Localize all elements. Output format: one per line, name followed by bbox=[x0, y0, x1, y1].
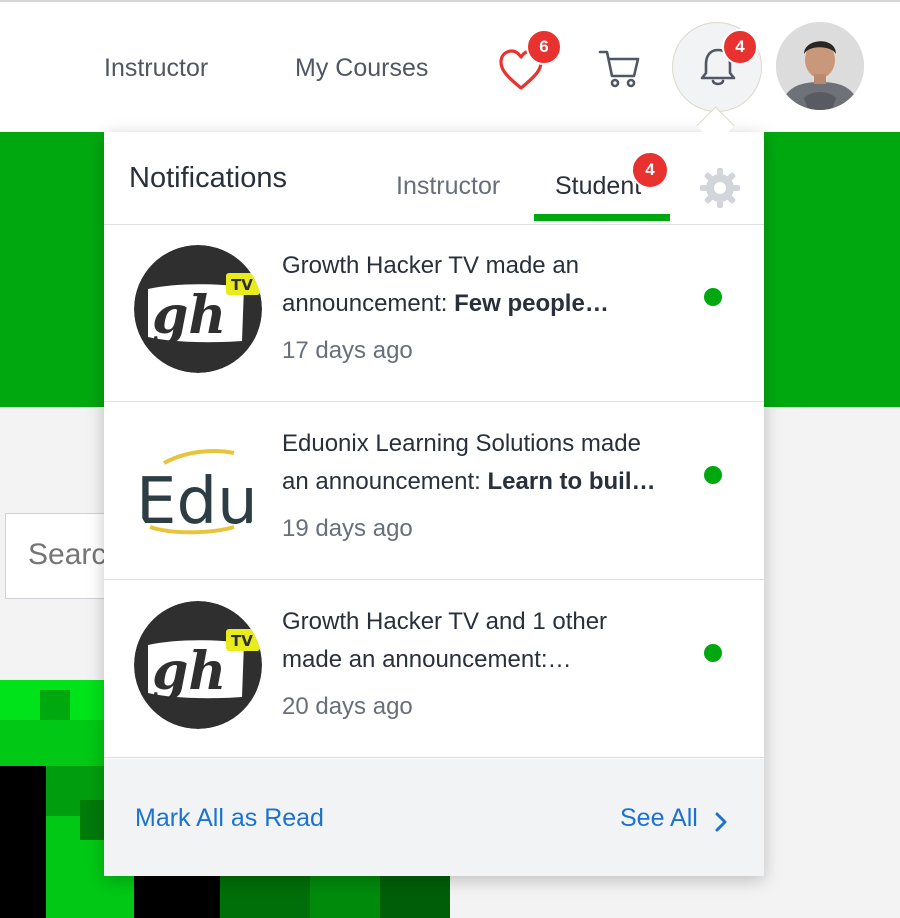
eduonix-logo-image: Edu bbox=[134, 423, 262, 551]
notification-text-line1: Growth Hacker TV and 1 other bbox=[282, 608, 608, 635]
svg-text:TV: TV bbox=[231, 276, 253, 294]
nav-my-courses-link[interactable]: My Courses bbox=[295, 54, 428, 83]
svg-text:gh: gh bbox=[152, 641, 226, 702]
notification-text: Growth Hacker TV and 1 other made an ann… bbox=[282, 603, 702, 679]
notification-text-line2: announcement: Few people… bbox=[282, 285, 702, 323]
notification-text-line1: Growth Hacker TV made an bbox=[282, 252, 580, 279]
gh-logo-image: gh TV bbox=[134, 245, 262, 373]
student-tab-badge: 4 bbox=[631, 151, 669, 189]
unread-indicator[interactable] bbox=[704, 466, 722, 484]
tab-student[interactable]: Student bbox=[555, 172, 641, 201]
unread-indicator[interactable] bbox=[704, 644, 722, 662]
unread-indicator[interactable] bbox=[704, 288, 722, 306]
user-avatar[interactable] bbox=[776, 22, 864, 110]
notification-text-line2: made an announcement:… bbox=[282, 641, 702, 679]
gh-logo-image: gh TV bbox=[134, 601, 262, 729]
notification-text: Growth Hacker TV made an announcement: F… bbox=[282, 247, 702, 323]
notification-time: 17 days ago bbox=[282, 337, 413, 364]
notification-text-prefix: announcement: bbox=[282, 290, 455, 317]
active-tab-indicator bbox=[534, 214, 670, 221]
notifications-dropdown: Notifications Instructor Student 4 gh TV bbox=[104, 132, 764, 876]
notification-time: 19 days ago bbox=[282, 515, 413, 542]
svg-text:TV: TV bbox=[231, 632, 253, 650]
notification-item[interactable]: gh TV Growth Hacker TV made an announcem… bbox=[104, 225, 764, 402]
dropdown-title: Notifications bbox=[129, 162, 287, 194]
gear-icon[interactable] bbox=[698, 166, 742, 210]
mark-all-read-link[interactable]: Mark All as Read bbox=[135, 804, 324, 833]
cart-icon bbox=[598, 50, 640, 88]
user-photo bbox=[776, 22, 864, 110]
notification-text-line1: Eduonix Learning Solutions made bbox=[282, 430, 641, 457]
dropdown-header: Notifications Instructor Student 4 bbox=[104, 132, 764, 225]
wishlist-badge: 6 bbox=[526, 29, 562, 65]
top-header: Instructor My Courses bbox=[0, 2, 900, 132]
notification-announcement-title: Few people… bbox=[454, 290, 609, 317]
notification-text-line2: an announcement: Learn to buil… bbox=[282, 463, 702, 501]
notifications-badge: 4 bbox=[722, 29, 758, 65]
notification-item[interactable]: gh TV Growth Hacker TV and 1 other made … bbox=[104, 581, 764, 758]
eduonix-logo: Edu bbox=[134, 423, 262, 551]
notification-time: 20 days ago bbox=[282, 693, 413, 720]
gh-tv-logo: gh TV bbox=[134, 245, 262, 373]
notification-text-prefix: an announcement: bbox=[282, 468, 488, 495]
notification-announcement-title: Learn to buil… bbox=[487, 468, 656, 495]
dropdown-footer: Mark All as Read See All bbox=[104, 759, 764, 876]
tab-instructor[interactable]: Instructor bbox=[396, 172, 500, 201]
cart-button[interactable] bbox=[597, 46, 643, 92]
nav-instructor-link[interactable]: Instructor bbox=[104, 54, 208, 83]
see-all-link[interactable]: See All bbox=[620, 804, 698, 833]
notification-item[interactable]: Edu Eduonix Learning Solutions made an a… bbox=[104, 403, 764, 580]
chevron-right-icon bbox=[715, 812, 727, 832]
gh-tv-logo: gh TV bbox=[134, 601, 262, 729]
notification-text: Eduonix Learning Solutions made an annou… bbox=[282, 425, 702, 501]
notification-text-prefix: made an announcement:… bbox=[282, 646, 572, 673]
svg-text:gh: gh bbox=[152, 285, 226, 346]
